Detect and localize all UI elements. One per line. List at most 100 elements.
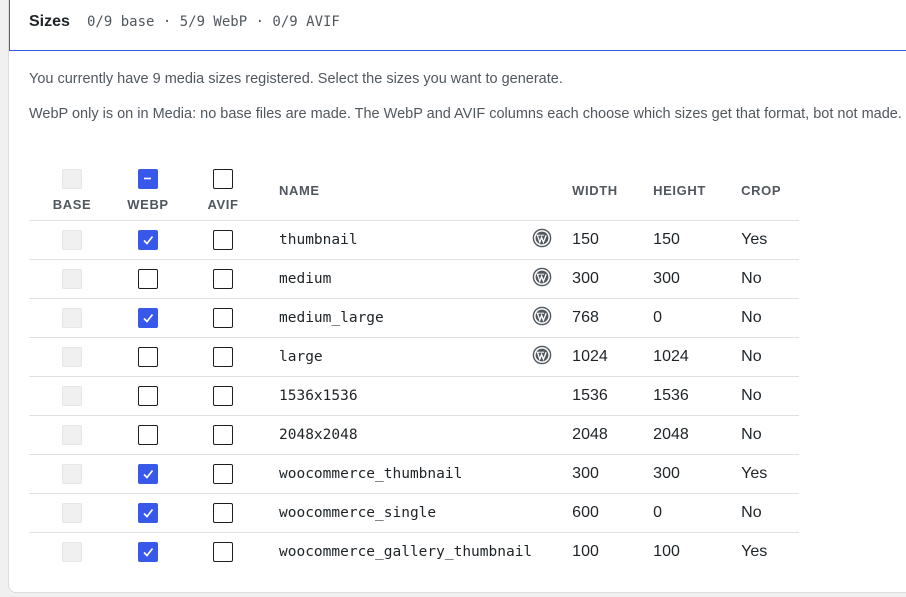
webp-cell: [115, 220, 181, 260]
webp-cell: [115, 337, 181, 377]
core-marker-cell: [532, 298, 573, 338]
base-checkbox[interactable]: [62, 464, 82, 484]
core-marker-cell: [532, 493, 573, 533]
webp-cell: [115, 454, 181, 494]
table-row: medium 300 300 No: [29, 259, 800, 299]
size-name: 1536x1536: [279, 388, 358, 404]
webp-cell: [115, 259, 181, 299]
base-checkbox[interactable]: [62, 503, 82, 523]
webp-checkbox[interactable]: [138, 386, 158, 406]
avif-cell: [181, 493, 265, 533]
col-name: NAME: [279, 182, 320, 198]
avif-checkbox[interactable]: [213, 464, 233, 484]
core-marker-cell: [532, 415, 573, 455]
base-checkbox[interactable]: [62, 386, 82, 406]
table-row: 2048x2048 2048 2048 No: [29, 415, 800, 455]
wordpress-icon: [532, 306, 552, 331]
webp-checkbox[interactable]: [138, 269, 158, 289]
avif-checkbox[interactable]: [213, 542, 233, 562]
base-checkbox[interactable]: [62, 425, 82, 445]
table-row: woocommerce_gallery_thumbnail 100 100 Yes: [29, 532, 800, 571]
size-height: 300: [653, 259, 742, 299]
webp-checkbox[interactable]: [138, 542, 158, 562]
webp-checkbox[interactable]: [138, 425, 158, 445]
size-width: 300: [572, 454, 654, 494]
size-name: medium_large: [279, 310, 384, 326]
webp-checkbox[interactable]: [138, 464, 158, 484]
avif-checkbox[interactable]: [213, 230, 233, 250]
size-crop: Yes: [741, 454, 800, 494]
col-height: HEIGHT: [653, 182, 706, 198]
webp-note: WebP only is on in Media: no base files …: [29, 106, 902, 122]
avif-checkbox[interactable]: [213, 386, 233, 406]
size-name-cell: woocommerce_single: [265, 493, 533, 533]
size-crop: No: [741, 337, 800, 377]
sizes-header[interactable]: Sizes 0/9 base · 5/9 WebP · 0/9 AVIF: [9, 0, 906, 51]
size-width: 300: [572, 259, 654, 299]
size-name: medium: [279, 271, 332, 287]
table-row: thumbnail 150 150 Yes: [29, 220, 800, 260]
table-row: woocommerce_thumbnail 300 300 Yes: [29, 454, 800, 494]
sizes-table: BASE WEBP AVIF NAME WIDTH HEIGHT CROP th…: [29, 160, 800, 571]
size-crop: Yes: [741, 532, 800, 571]
size-name-cell: medium_large: [265, 298, 533, 338]
size-name: thumbnail: [279, 232, 358, 248]
intro-text: You currently have 9 media sizes registe…: [29, 71, 563, 87]
wordpress-icon: [532, 345, 552, 370]
base-checkbox[interactable]: [62, 542, 82, 562]
size-crop: No: [741, 298, 800, 338]
avif-checkbox[interactable]: [213, 308, 233, 328]
size-crop: No: [741, 259, 800, 299]
wordpress-icon: [532, 267, 552, 292]
webp-checkbox[interactable]: [138, 230, 158, 250]
base-cell: [29, 415, 115, 455]
webp-checkbox[interactable]: [138, 308, 158, 328]
base-checkbox[interactable]: [62, 230, 82, 250]
size-name: woocommerce_thumbnail: [279, 466, 463, 482]
col-core-marker: [532, 160, 572, 221]
select-all-webp-checkbox[interactable]: [138, 168, 158, 189]
col-avif-label: AVIF: [207, 196, 239, 212]
base-checkbox[interactable]: [62, 308, 82, 328]
col-crop: CROP: [741, 182, 782, 198]
table-row: woocommerce_single 600 0 No: [29, 493, 800, 533]
avif-checkbox[interactable]: [213, 425, 233, 445]
size-name: woocommerce_single: [279, 505, 437, 521]
size-crop: No: [741, 376, 800, 416]
avif-checkbox[interactable]: [213, 503, 233, 523]
size-height: 1536: [653, 376, 742, 416]
size-crop: No: [741, 493, 800, 533]
avif-cell: [181, 220, 265, 260]
select-all-avif-checkbox[interactable]: [213, 168, 233, 189]
webp-checkbox[interactable]: [138, 347, 158, 367]
sizes-panel: Sizes 0/9 base · 5/9 WebP · 0/9 AVIF You…: [8, 0, 906, 593]
webp-checkbox[interactable]: [138, 503, 158, 523]
size-name-cell: woocommerce_gallery_thumbnail: [265, 532, 533, 571]
col-webp-label: WEBP: [127, 196, 169, 212]
size-name-cell: woocommerce_thumbnail: [265, 454, 533, 494]
size-width: 100: [572, 532, 654, 571]
base-cell: [29, 493, 115, 533]
size-width: 150: [572, 220, 654, 260]
base-checkbox[interactable]: [62, 269, 82, 289]
select-all-base-checkbox[interactable]: [62, 168, 82, 189]
size-width: 2048: [572, 415, 654, 455]
size-crop: Yes: [741, 220, 800, 260]
base-cell: [29, 259, 115, 299]
base-checkbox[interactable]: [62, 347, 82, 367]
avif-checkbox[interactable]: [213, 269, 233, 289]
base-cell: [29, 376, 115, 416]
size-name: woocommerce_gallery_thumbnail: [279, 544, 533, 560]
size-name-cell: medium: [265, 259, 533, 299]
base-cell: [29, 298, 115, 338]
size-height: 2048: [653, 415, 742, 455]
size-height: 100: [653, 532, 742, 571]
table-header-row: BASE WEBP AVIF NAME WIDTH HEIGHT CROP: [29, 160, 799, 221]
avif-checkbox[interactable]: [213, 347, 233, 367]
avif-cell: [181, 454, 265, 494]
core-marker-cell: [532, 220, 573, 260]
size-width: 1536: [572, 376, 654, 416]
table-row: medium_large 768 0 No: [29, 298, 800, 338]
col-width: WIDTH: [572, 182, 618, 198]
core-marker-cell: [532, 337, 573, 377]
